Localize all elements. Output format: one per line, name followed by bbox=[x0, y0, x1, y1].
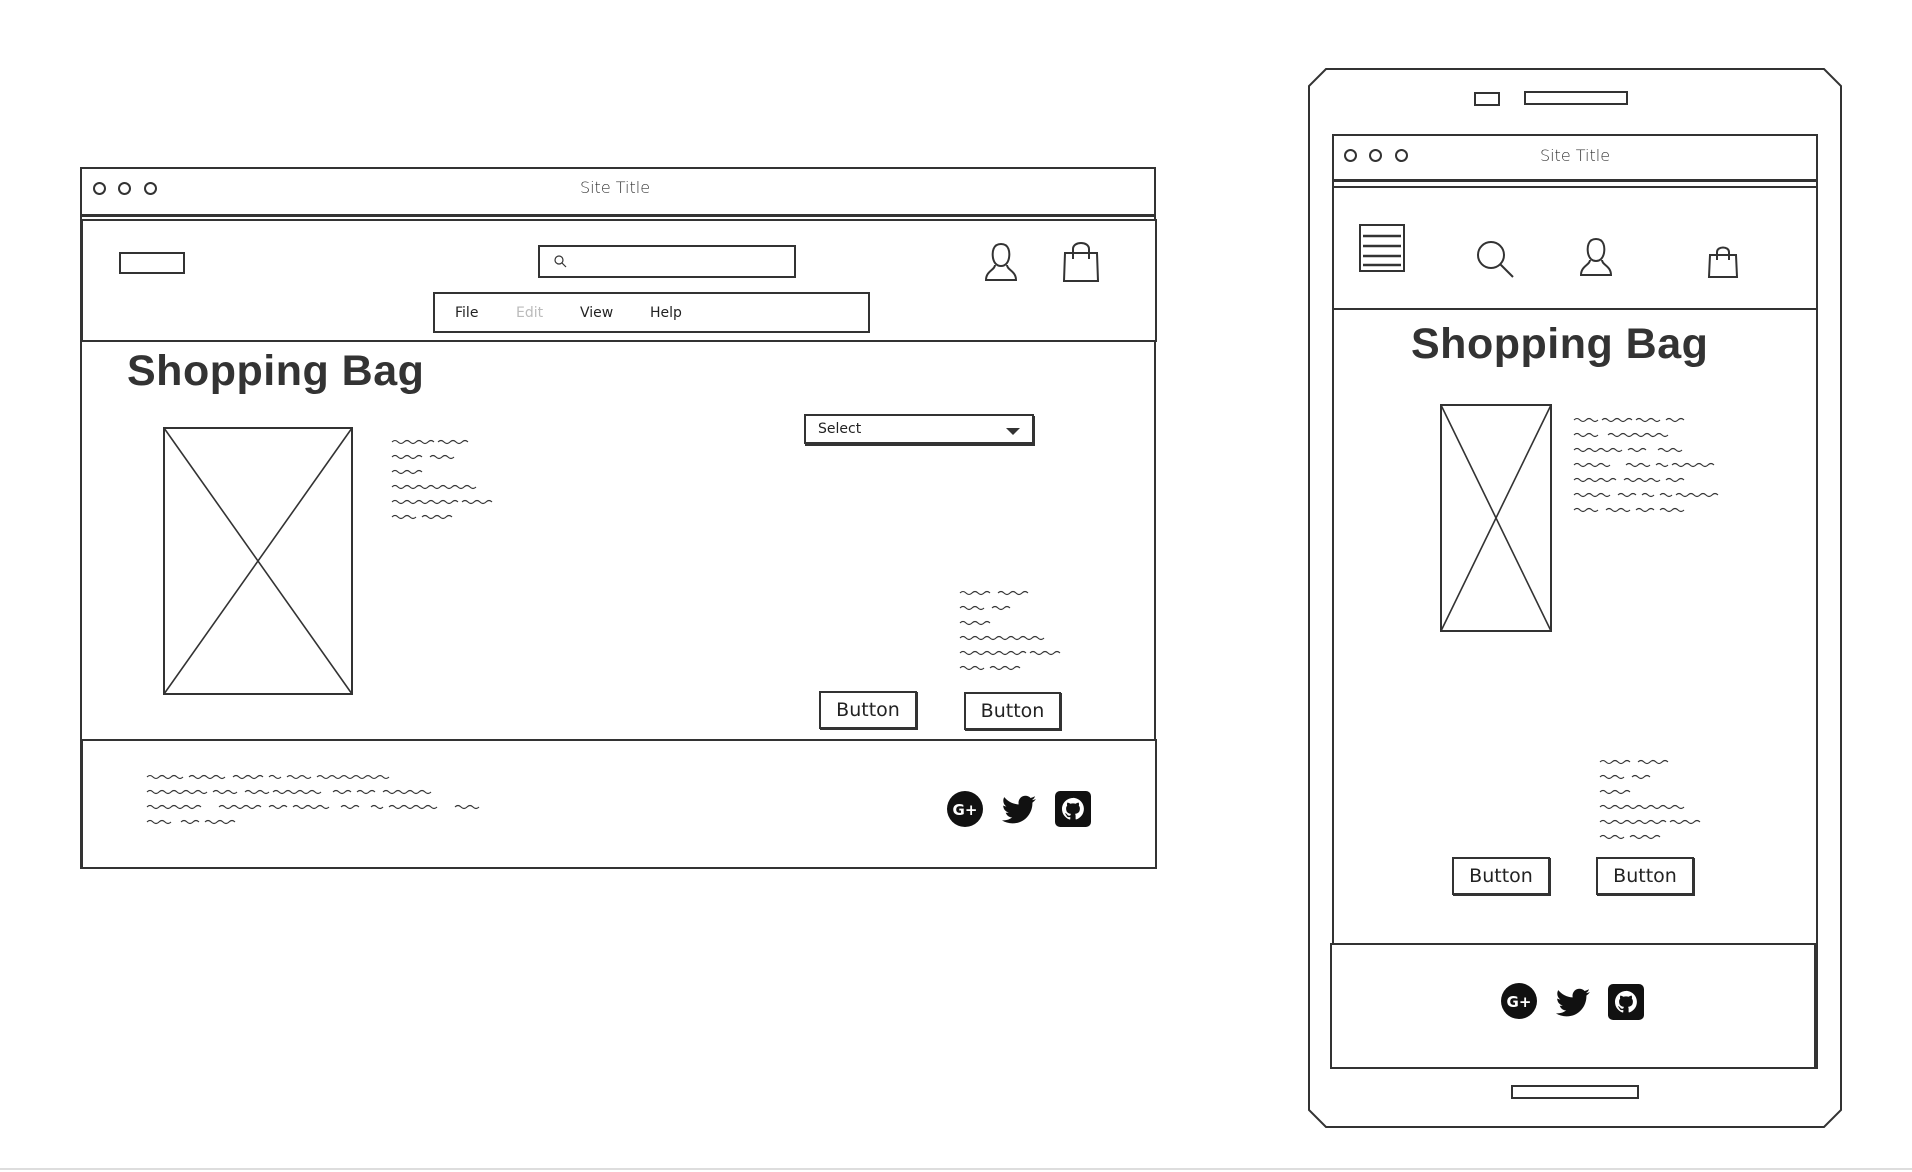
window-control-dot[interactable] bbox=[118, 182, 131, 195]
canvas-bottom-divider bbox=[0, 1168, 1912, 1170]
placeholder-text-block bbox=[1573, 417, 1719, 513]
desktop-page-title: Shopping Bag bbox=[127, 347, 425, 395]
svg-text:G+: G+ bbox=[1507, 993, 1532, 1011]
google-plus-icon[interactable]: G+ bbox=[1500, 982, 1538, 1020]
user-icon[interactable] bbox=[1579, 237, 1613, 277]
placeholder-text-block bbox=[391, 439, 493, 520]
github-icon[interactable] bbox=[1608, 984, 1644, 1020]
window-control-dot[interactable] bbox=[1344, 149, 1357, 162]
menu-item-help[interactable]: Help bbox=[650, 305, 682, 321]
chevron-down-icon bbox=[1006, 428, 1020, 435]
product-image-placeholder bbox=[163, 427, 353, 695]
menu-item-view[interactable]: View bbox=[580, 305, 613, 321]
primary-button[interactable]: Button bbox=[819, 691, 917, 729]
hamburger-menu-icon[interactable] bbox=[1359, 224, 1405, 272]
menu-item-file[interactable]: File bbox=[455, 305, 478, 321]
shopping-bag-icon[interactable] bbox=[1062, 239, 1100, 283]
phone-home-bar[interactable] bbox=[1511, 1085, 1639, 1099]
window-control-dot[interactable] bbox=[1369, 149, 1382, 162]
select-value: Select bbox=[818, 421, 862, 437]
placeholder-text-block bbox=[1599, 759, 1701, 840]
search-icon bbox=[554, 255, 567, 268]
twitter-icon[interactable] bbox=[1001, 795, 1037, 827]
primary-button[interactable]: Button bbox=[1452, 857, 1550, 895]
user-icon[interactable] bbox=[984, 242, 1018, 282]
search-input[interactable] bbox=[538, 245, 796, 278]
footer-placeholder-text bbox=[146, 774, 480, 825]
select-dropdown[interactable]: Select bbox=[804, 414, 1034, 444]
google-plus-icon[interactable]: G+ bbox=[946, 790, 984, 828]
logo-placeholder[interactable] bbox=[119, 252, 185, 274]
secondary-button[interactable]: Button bbox=[964, 692, 1061, 730]
window-control-dot[interactable] bbox=[1395, 149, 1408, 162]
desktop-window-title: Site Title bbox=[579, 178, 651, 197]
secondary-button[interactable]: Button bbox=[1596, 857, 1694, 895]
placeholder-text-block bbox=[959, 590, 1061, 671]
twitter-icon[interactable] bbox=[1555, 988, 1591, 1020]
phone-speaker bbox=[1524, 91, 1628, 105]
mobile-window-title: Site Title bbox=[1539, 146, 1611, 165]
menu-item-edit: Edit bbox=[516, 305, 544, 321]
window-control-dot[interactable] bbox=[93, 182, 106, 195]
window-control-dot[interactable] bbox=[144, 182, 157, 195]
github-icon[interactable] bbox=[1055, 791, 1091, 827]
mobile-page-title: Shopping Bag bbox=[1411, 320, 1709, 368]
product-image-placeholder bbox=[1440, 404, 1552, 632]
shopping-bag-icon[interactable] bbox=[1707, 244, 1739, 278]
svg-text:G+: G+ bbox=[953, 801, 978, 819]
phone-camera bbox=[1474, 92, 1500, 106]
search-icon[interactable] bbox=[1476, 240, 1516, 280]
